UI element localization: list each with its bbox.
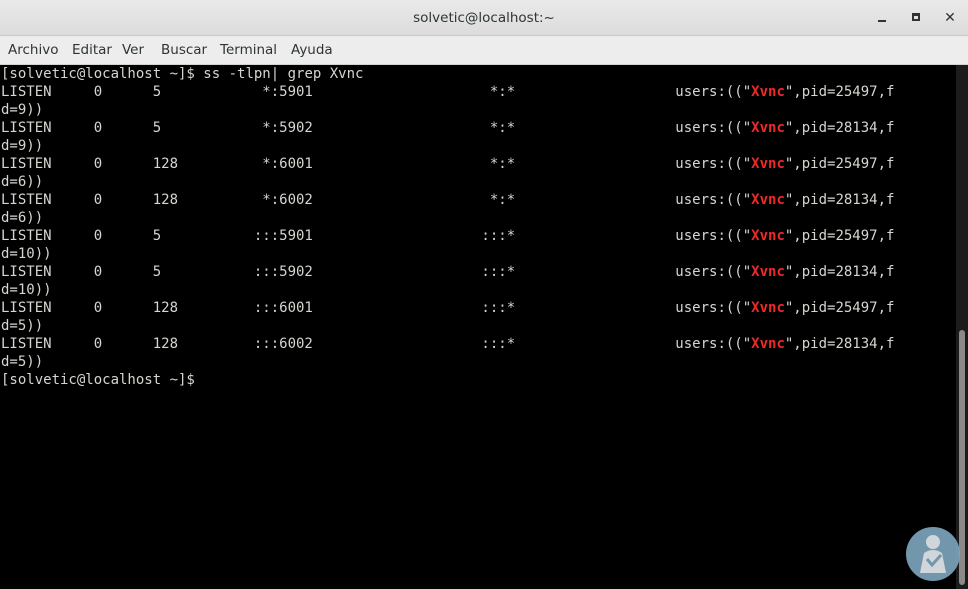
scrollbar-thumb[interactable]	[959, 330, 965, 585]
prompt: [solvetic@localhost ~]$	[1, 66, 195, 82]
title-bar[interactable]: solvetic@localhost:~ ✕	[0, 0, 968, 36]
process-name: Xvnc	[751, 156, 785, 172]
menu-ayuda[interactable]: Ayuda	[283, 36, 341, 64]
terminal-window: solvetic@localhost:~ ✕ Archivo Editar Ve…	[0, 0, 968, 589]
terminal-output[interactable]: [solvetic@localhost ~]$ ss -tlpn| grep X…	[0, 65, 956, 589]
menu-terminal[interactable]: Terminal	[212, 36, 285, 64]
command: ss -tlpn| grep Xvnc	[194, 66, 364, 82]
process-name: Xvnc	[751, 264, 785, 280]
listen-row: LISTEN 0 5 *:5901 *:* users:(("Xvnc",pid…	[1, 84, 895, 118]
menu-archivo[interactable]: Archivo	[0, 36, 66, 64]
menu-buscar[interactable]: Buscar	[153, 36, 215, 64]
listen-row: LISTEN 0 5 :::5901 :::* users:(("Xvnc",p…	[1, 228, 895, 262]
watermark-logo	[906, 527, 960, 581]
terminal-text: [solvetic@localhost ~]$ ss -tlpn| grep X…	[0, 65, 956, 389]
process-name: Xvnc	[751, 336, 785, 352]
process-name: Xvnc	[751, 120, 785, 136]
listen-row: LISTEN 0 128 :::6001 :::* users:(("Xvnc"…	[1, 300, 895, 334]
close-icon: ✕	[944, 10, 956, 26]
scrollbar[interactable]	[956, 65, 968, 589]
person-icon	[920, 535, 946, 573]
close-button[interactable]: ✕	[940, 8, 960, 28]
listen-row: LISTEN 0 128 :::6002 :::* users:(("Xvnc"…	[1, 336, 895, 370]
process-name: Xvnc	[751, 84, 785, 100]
window-title: solvetic@localhost:~	[413, 10, 555, 26]
process-name: Xvnc	[751, 228, 785, 244]
maximize-button[interactable]	[906, 8, 926, 28]
maximize-icon	[912, 13, 920, 21]
listen-row: LISTEN 0 128 *:6002 *:* users:(("Xvnc",p…	[1, 192, 895, 226]
listen-row: LISTEN 0 128 *:6001 *:* users:(("Xvnc",p…	[1, 156, 895, 190]
menu-bar: Archivo Editar Ver Buscar Terminal Ayuda	[0, 36, 968, 65]
final-prompt: [solvetic@localhost ~]$	[1, 372, 195, 388]
listen-row: LISTEN 0 5 *:5902 *:* users:(("Xvnc",pid…	[1, 120, 895, 154]
minimize-icon	[878, 20, 886, 22]
minimize-button[interactable]	[872, 8, 892, 28]
menu-editar[interactable]: Editar	[64, 36, 120, 64]
listen-row: LISTEN 0 5 :::5902 :::* users:(("Xvnc",p…	[1, 264, 895, 298]
process-name: Xvnc	[751, 300, 785, 316]
menu-ver[interactable]: Ver	[114, 36, 152, 64]
process-name: Xvnc	[751, 192, 785, 208]
